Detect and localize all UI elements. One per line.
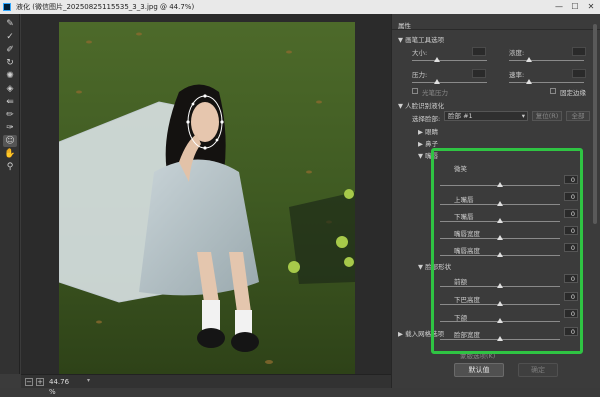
zoom-level[interactable]: 44.76 % [49, 377, 77, 396]
forward-warp-icon[interactable]: ✎ [3, 18, 17, 30]
panel-scrollbar[interactable] [593, 24, 597, 224]
maximize-button[interactable]: ☐ [568, 0, 582, 14]
portrait-photo [59, 22, 355, 374]
rate-label: 速率: [509, 71, 525, 79]
zoom-icon[interactable]: ⚲ [3, 161, 17, 173]
minimize-button[interactable]: — [552, 0, 566, 14]
rate-slider-knob[interactable] [526, 79, 532, 84]
rate-field[interactable] [572, 69, 586, 78]
pin-edges-label: 固定边缘 [560, 89, 586, 97]
size-field[interactable] [472, 47, 486, 56]
smooth-icon[interactable]: ✐ [3, 44, 17, 56]
title-bar: 液化 (微信图片_20250825115535_3_3.jpg @ 44.7%)… [0, 0, 600, 14]
status-bar: − + 44.76 % ▾ [21, 374, 391, 396]
tool-palette: ✎ ✓ ✐ ↻ ✺ ◈ ⇚ ✏ ✑ ☺ ✋ ⚲ [0, 14, 20, 374]
zoom-out-button[interactable]: − [25, 378, 33, 386]
density-field[interactable] [572, 47, 586, 56]
brush-section-toggle[interactable]: ▼ 画笔工具选项 [398, 34, 444, 44]
density-slider[interactable] [509, 60, 584, 61]
face-tool-icon[interactable]: ☺ [3, 135, 17, 147]
twirl-icon[interactable]: ↻ [3, 57, 17, 69]
freeze-mask-icon[interactable]: ✏ [3, 109, 17, 121]
density-slider-knob[interactable] [526, 57, 532, 62]
stylus-pressure-checkbox[interactable] [412, 88, 418, 94]
photoshop-icon [3, 3, 11, 11]
ok-button[interactable]: 确定 [518, 363, 558, 377]
hand-icon[interactable]: ✋ [3, 148, 17, 160]
close-button[interactable]: ✕ [584, 0, 598, 14]
all-button[interactable]: 全部 [566, 111, 590, 121]
density-label: 浓度: [509, 49, 525, 57]
bloat-icon[interactable]: ◈ [3, 83, 17, 95]
pressure-label: 压力: [412, 71, 428, 79]
pressure-slider-knob[interactable] [434, 79, 440, 84]
reset-button[interactable]: 复位(R) [532, 111, 562, 121]
size-label: 大小: [412, 49, 428, 57]
eyes-toggle[interactable]: ▶ 眼睛 [418, 126, 438, 136]
divider [392, 29, 600, 30]
nose-toggle[interactable]: ▶ 鼻子 [418, 138, 438, 148]
pucker-icon[interactable]: ✺ [3, 70, 17, 82]
reconstruct-icon[interactable]: ✓ [3, 31, 17, 43]
photo-canvas[interactable] [59, 22, 355, 374]
select-face-label: 选择脸部: [412, 115, 441, 123]
pressure-field[interactable] [472, 69, 486, 78]
zoom-in-button[interactable]: + [36, 378, 44, 386]
push-left-icon[interactable]: ⇚ [3, 96, 17, 108]
pin-edges-checkbox[interactable] [550, 88, 556, 94]
liquify-window: 液化 (微信图片_20250825115535_3_3.jpg @ 44.7%)… [0, 0, 600, 396]
chevron-down-icon: ▾ [521, 112, 525, 120]
select-face-dropdown[interactable]: 脸部 #1 ▾ [444, 111, 528, 121]
size-slider[interactable] [412, 60, 487, 61]
face-section-toggle[interactable]: ▼ 人脸识别液化 [398, 100, 444, 110]
default-button[interactable]: 默认值 [454, 363, 504, 377]
stylus-pressure-label: 光笔压力 [422, 89, 448, 97]
pressure-slider[interactable] [412, 82, 487, 83]
zoom-dropdown-icon[interactable]: ▾ [87, 377, 95, 387]
thaw-mask-icon[interactable]: ✑ [3, 122, 17, 134]
window-title: 液化 (微信图片_20250825115535_3_3.jpg @ 44.7%) [16, 3, 195, 11]
canvas-area[interactable] [21, 14, 391, 374]
size-slider-knob[interactable] [434, 57, 440, 62]
highlight-box [431, 148, 583, 354]
rate-slider[interactable] [509, 82, 584, 83]
